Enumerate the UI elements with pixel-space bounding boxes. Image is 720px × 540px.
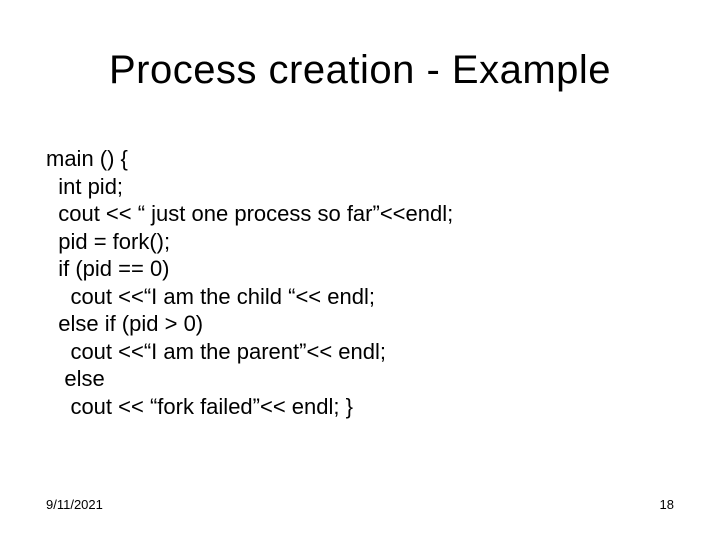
- code-line: main () {: [46, 145, 666, 173]
- code-line: pid = fork();: [46, 228, 666, 256]
- code-block: main () { int pid; cout << “ just one pr…: [46, 145, 666, 420]
- code-line: cout << “fork failed”<< endl; }: [46, 393, 666, 421]
- code-line: int pid;: [46, 173, 666, 201]
- code-line: cout <<“I am the child “<< endl;: [46, 283, 666, 311]
- code-line: if (pid == 0): [46, 255, 666, 283]
- code-line: cout << “ just one process so far”<<endl…: [46, 200, 666, 228]
- footer-date: 9/11/2021: [46, 497, 103, 512]
- footer-page-number: 18: [660, 497, 674, 512]
- code-line: else: [46, 365, 666, 393]
- slide: Process creation - Example main () { int…: [0, 0, 720, 540]
- slide-title: Process creation - Example: [0, 48, 720, 93]
- code-line: cout <<“I am the parent”<< endl;: [46, 338, 666, 366]
- code-line: else if (pid > 0): [46, 310, 666, 338]
